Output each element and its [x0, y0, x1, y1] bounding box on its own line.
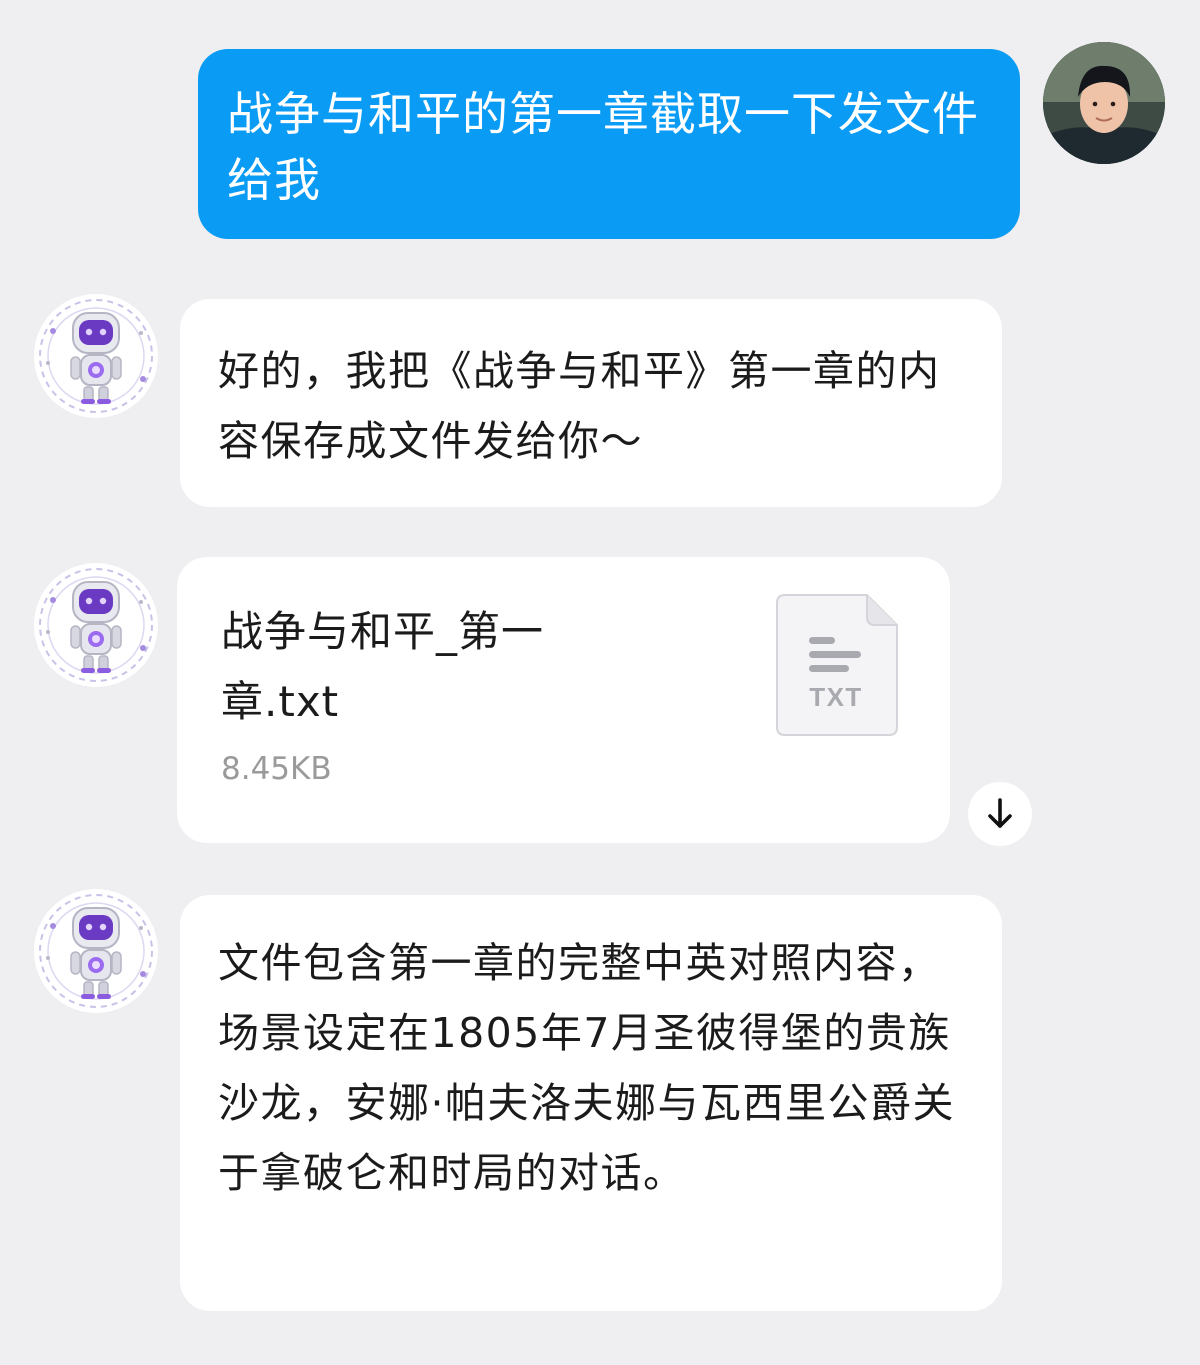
download-button[interactable]: [968, 782, 1032, 846]
txt-file-icon: TXT: [776, 594, 898, 736]
bot-avatar[interactable]: [33, 562, 159, 688]
robot-avatar-icon: [33, 562, 159, 688]
robot-avatar-icon: [33, 293, 159, 419]
user-message-bubble[interactable]: 战争与和平的第一章截取一下发文件给我: [198, 49, 1020, 239]
user-avatar-image: [1043, 42, 1165, 164]
bot-message-bubble[interactable]: 好的，我把《战争与和平》第一章的内容保存成文件发给你～: [180, 299, 1002, 507]
robot-avatar-icon: [33, 888, 159, 1014]
bot-avatar[interactable]: [33, 888, 159, 1014]
bot-avatar[interactable]: [33, 293, 159, 419]
bot-message-bubble[interactable]: 文件包含第一章的完整中英对照内容，场景设定在1805年7月圣彼得堡的贵族沙龙，安…: [180, 895, 1002, 1311]
download-arrow-icon: [988, 798, 1012, 828]
user-message-text: 战争与和平的第一章截取一下发文件给我: [227, 87, 979, 207]
bot-message-text: 好的，我把《战争与和平》第一章的内容保存成文件发给你～: [218, 347, 941, 465]
file-type-label: TXT: [809, 682, 863, 712]
file-attachment-card[interactable]: 战争与和平_第一章.txt 8.45KB TXT: [177, 557, 950, 843]
user-avatar[interactable]: [1043, 42, 1165, 164]
bot-message-text: 文件包含第一章的完整中英对照内容，场景设定在1805年7月圣彼得堡的贵族沙龙，安…: [218, 939, 956, 1197]
file-name: 战争与和平_第一章.txt: [221, 607, 545, 726]
file-size: 8.45KB: [221, 751, 332, 787]
